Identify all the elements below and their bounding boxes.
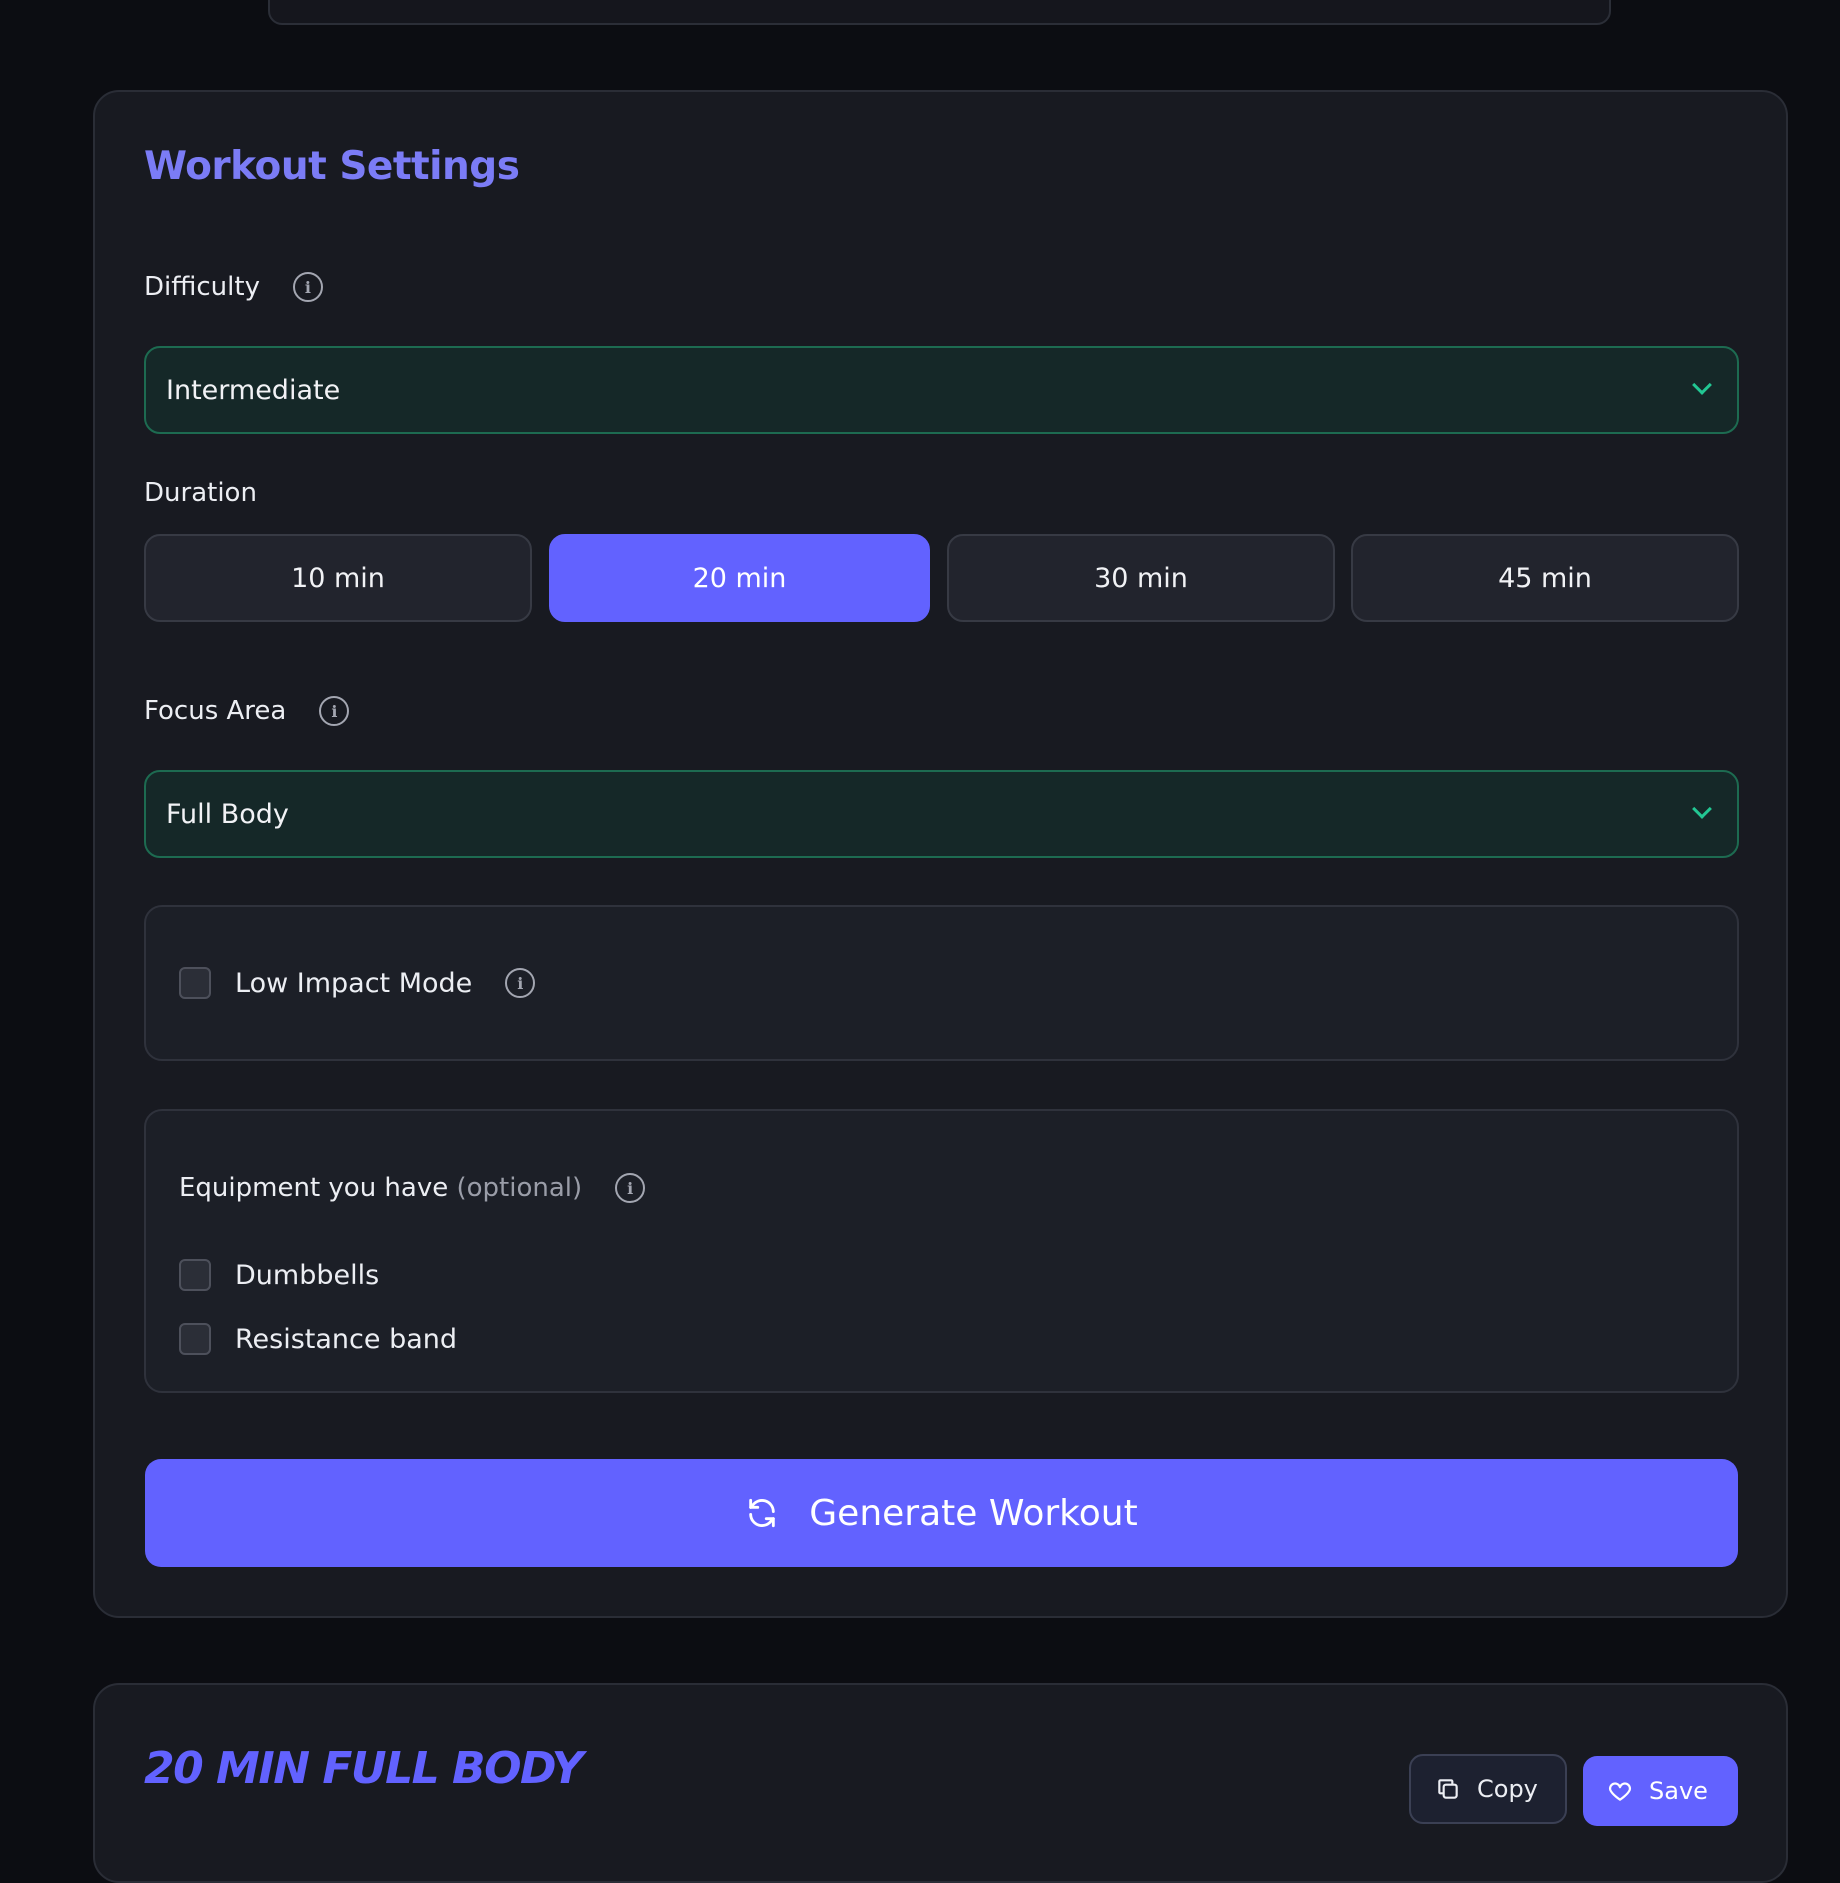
workout-result-card: 20 MIN FULL BODY Copy Save xyxy=(93,1683,1788,1883)
low-impact-checkbox[interactable] xyxy=(179,967,211,999)
dumbbells-label: Dumbbells xyxy=(235,1259,380,1291)
resistance-band-label: Resistance band xyxy=(235,1323,458,1355)
generate-workout-button[interactable]: Generate Workout xyxy=(145,1459,1738,1567)
duration-label: Duration xyxy=(144,478,257,508)
low-impact-box: Low Impact Mode i xyxy=(144,905,1739,1061)
focus-label-row: Focus Area i xyxy=(144,696,350,726)
difficulty-label-row: Difficulty i xyxy=(144,272,323,302)
focus-label: Focus Area xyxy=(144,696,287,726)
duration-option-20[interactable]: 20 min xyxy=(549,534,930,622)
difficulty-label: Difficulty xyxy=(144,272,260,302)
equipment-item-resistance-band[interactable]: Resistance band xyxy=(179,1323,457,1355)
copy-button[interactable]: Copy xyxy=(1409,1754,1567,1824)
duration-option-45[interactable]: 45 min xyxy=(1351,534,1739,622)
duration-option-10[interactable]: 10 min xyxy=(144,534,532,622)
equipment-label: Equipment you have (optional) xyxy=(179,1173,583,1203)
refresh-icon xyxy=(749,1498,776,1528)
result-title: 20 MIN FULL BODY xyxy=(144,1743,583,1794)
save-label: Save xyxy=(1649,1777,1708,1805)
difficulty-value: Intermediate xyxy=(166,374,341,406)
difficulty-info-icon[interactable]: i xyxy=(292,272,323,302)
equipment-info-icon[interactable]: i xyxy=(615,1173,646,1203)
focus-value: Full Body xyxy=(166,798,289,830)
focus-info-icon[interactable]: i xyxy=(319,696,350,726)
focus-select[interactable]: Full Body xyxy=(144,770,1739,858)
duration-option-30[interactable]: 30 min xyxy=(947,534,1335,622)
difficulty-select[interactable]: Intermediate xyxy=(144,346,1739,434)
duration-label-row: Duration xyxy=(144,478,257,508)
resistance-band-checkbox[interactable] xyxy=(179,1323,211,1355)
chevron-down-icon xyxy=(1692,375,1712,395)
workout-settings-card: Workout Settings Difficulty i Intermedia… xyxy=(93,90,1788,1618)
equipment-optional: (optional) xyxy=(456,1173,583,1203)
copy-icon xyxy=(1438,1779,1458,1799)
save-button[interactable]: Save xyxy=(1583,1756,1738,1826)
chevron-down-icon xyxy=(1692,799,1712,819)
equipment-item-dumbbells[interactable]: Dumbbells xyxy=(179,1259,379,1291)
low-impact-row[interactable]: Low Impact Mode i xyxy=(179,967,536,999)
generate-label: Generate Workout xyxy=(809,1492,1138,1534)
duration-options: 10 min 20 min 30 min 45 min xyxy=(144,534,1739,622)
low-impact-label: Low Impact Mode xyxy=(235,967,473,999)
settings-title: Workout Settings xyxy=(144,144,520,189)
low-impact-info-icon[interactable]: i xyxy=(505,968,536,998)
heart-icon xyxy=(1609,1782,1631,1801)
equipment-box: Equipment you have (optional) i Dumbbell… xyxy=(144,1109,1739,1393)
copy-label: Copy xyxy=(1477,1775,1538,1803)
dumbbells-checkbox[interactable] xyxy=(179,1259,211,1291)
previous-card-edge xyxy=(268,0,1611,25)
equipment-header: Equipment you have (optional) i xyxy=(179,1173,646,1203)
